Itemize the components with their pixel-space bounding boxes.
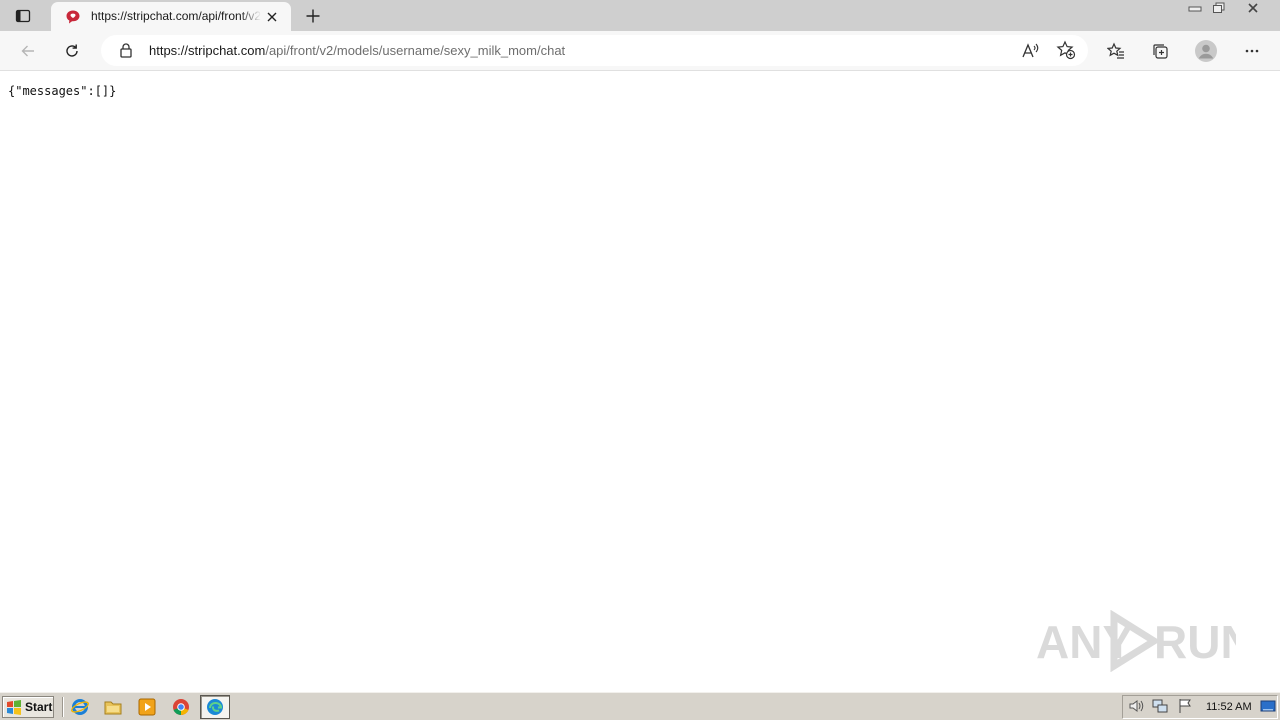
page-content: {"messages":[]} [0, 72, 1280, 692]
favorites-icon[interactable] [1103, 38, 1129, 64]
plus-icon[interactable] [302, 5, 324, 27]
tab-strip: https://stripchat.com/api/front/v2/model… [0, 0, 1280, 31]
profile-avatar-icon[interactable] [1193, 38, 1219, 64]
volume-icon[interactable] [1128, 698, 1144, 714]
edge-taskbar-button[interactable] [200, 695, 230, 719]
restore-icon[interactable] [1208, 0, 1230, 16]
network-icon[interactable] [1152, 698, 1168, 714]
taskbar-separator [62, 697, 64, 717]
media-player-icon[interactable] [136, 697, 158, 717]
taskbar-clock[interactable]: 11:52 AM [1206, 701, 1252, 713]
action-center-flag-icon[interactable] [1177, 698, 1193, 714]
anyrun-watermark-logo: ANY RUN [1036, 609, 1254, 673]
start-label: Start [25, 700, 53, 714]
system-tray [1122, 695, 1278, 719]
file-explorer-icon[interactable] [102, 697, 124, 717]
url-path: /api/front/v2/models/username/sexy_milk_… [265, 43, 566, 58]
tab-title: https://stripchat.com/api/front/v2/model… [91, 9, 261, 23]
lock-icon[interactable] [118, 42, 134, 58]
read-aloud-icon[interactable] [1020, 41, 1040, 61]
tab-active[interactable]: https://stripchat.com/api/front/v2/model… [51, 2, 291, 31]
more-dots-icon[interactable] [1239, 38, 1265, 64]
collections-icon[interactable] [1147, 38, 1173, 64]
svg-text:RUN: RUN [1154, 616, 1236, 668]
address-bar[interactable]: https://stripchat.com/api/front/v2/model… [101, 35, 1088, 66]
stripchat-favicon [65, 9, 81, 25]
start-button[interactable]: Start [2, 696, 54, 718]
window-close-icon[interactable] [1242, 0, 1264, 16]
back-arrow-icon[interactable] [15, 38, 41, 64]
url-host: https://stripchat.com [149, 43, 266, 58]
json-response-text: {"messages":[]} [8, 84, 117, 98]
browser-toolbar: https://stripchat.com/api/front/v2/model… [0, 31, 1280, 71]
windows-logo-icon [7, 700, 21, 715]
windows-taskbar: Start 11:52 AM [0, 692, 1280, 720]
minimize-icon[interactable] [1184, 0, 1206, 16]
show-desktop-icon[interactable] [1260, 698, 1276, 714]
chrome-icon[interactable] [170, 697, 192, 717]
edge-icon [206, 698, 224, 716]
refresh-icon[interactable] [59, 38, 85, 64]
tab-actions-icon[interactable] [8, 5, 38, 27]
url-text[interactable]: https://stripchat.com/api/front/v2/model… [149, 43, 565, 58]
internet-explorer-icon[interactable] [69, 697, 91, 717]
close-icon[interactable] [263, 8, 281, 26]
star-plus-icon[interactable] [1056, 40, 1076, 60]
